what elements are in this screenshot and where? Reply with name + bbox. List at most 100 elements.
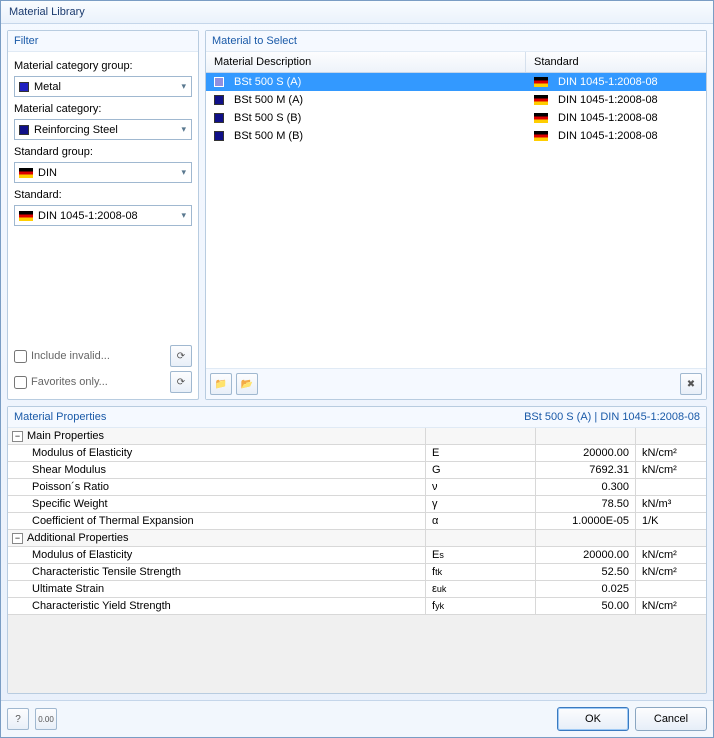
properties-grid: −Main PropertiesModulus of ElasticityE20… — [8, 428, 706, 693]
material-library-window: Material Library Filter Material categor… — [0, 0, 714, 738]
prop-unit: 1/K — [636, 513, 706, 529]
property-row: Characteristic Yield Strengthfyk50.00kN/… — [8, 598, 706, 615]
list-item[interactable]: BSt 500 S (A) DIN 1045-1:2008-08 — [206, 73, 706, 91]
prop-symbol: Es — [426, 547, 536, 563]
help-icon[interactable]: ? — [7, 708, 29, 730]
collapse-icon[interactable]: − — [12, 533, 23, 544]
props-title: Material Properties — [14, 411, 106, 423]
std-group-combo[interactable]: DIN — [14, 162, 192, 183]
props-context: BSt 500 S (A) | DIN 1045-1:2008-08 — [524, 411, 700, 423]
list-header: Material Description Standard — [206, 52, 706, 73]
prop-value[interactable]: 1.0000E-05 — [536, 513, 636, 529]
prop-name: Modulus of Elasticity — [8, 445, 426, 461]
prop-symbol: E — [426, 445, 536, 461]
property-row: Characteristic Tensile Strengthftk52.50k… — [8, 564, 706, 581]
ok-button[interactable]: OK — [557, 707, 629, 731]
include-invalid-input[interactable] — [14, 350, 27, 363]
material-list[interactable]: BSt 500 S (A) DIN 1045-1:2008-08 BSt 500 M… — [206, 73, 706, 368]
select-title: Material to Select — [206, 31, 706, 52]
top-panels: Filter Material category group: Metal Ma… — [7, 30, 707, 400]
cat-combo[interactable]: Reinforcing Steel — [14, 119, 192, 140]
prop-value[interactable]: 78.50 — [536, 496, 636, 512]
germany-flag-icon — [534, 95, 548, 105]
cat-group-label: Material category group: — [14, 60, 192, 72]
prop-value[interactable]: 0.025 — [536, 581, 636, 597]
prop-name: Poisson´s Ratio — [8, 479, 426, 495]
cat-value: Reinforcing Steel — [34, 124, 118, 136]
props-title-row: Material Properties BSt 500 S (A) | DIN … — [8, 407, 706, 428]
filter-body: Material category group: Metal Material … — [8, 52, 198, 399]
filter-bottom: Include invalid... ⟳ Favorites only... ⟳ — [14, 345, 192, 393]
prop-name: Shear Modulus — [8, 462, 426, 478]
filter-action-1-icon[interactable]: ⟳ — [170, 345, 192, 367]
prop-symbol: ftk — [426, 564, 536, 580]
prop-unit — [636, 581, 706, 597]
filter-title: Filter — [8, 31, 198, 52]
material-swatch-icon — [214, 113, 224, 123]
material-desc: BSt 500 S (A) — [234, 76, 301, 88]
select-panel: Material to Select Material Description … — [205, 30, 707, 400]
prop-symbol: ν — [426, 479, 536, 495]
col-std-header[interactable]: Standard — [526, 52, 706, 72]
content-area: Filter Material category group: Metal Ma… — [1, 24, 713, 700]
property-row: Modulus of ElasticityE20000.00kN/cm² — [8, 445, 706, 462]
cat-group-combo[interactable]: Metal — [14, 76, 192, 97]
include-invalid-checkbox[interactable]: Include invalid... — [14, 350, 110, 363]
germany-flag-icon — [19, 168, 33, 178]
cancel-button[interactable]: Cancel — [635, 707, 707, 731]
germany-flag-icon — [534, 113, 548, 123]
prop-symbol: γ — [426, 496, 536, 512]
property-row: Specific Weightγ78.50kN/m³ — [8, 496, 706, 513]
prop-symbol: fyk — [426, 598, 536, 614]
properties-panel: Material Properties BSt 500 S (A) | DIN … — [7, 406, 707, 694]
material-desc: BSt 500 M (A) — [234, 94, 303, 106]
section-label: Additional Properties — [27, 532, 129, 544]
prop-value[interactable]: 20000.00 — [536, 445, 636, 461]
std-combo[interactable]: DIN 1045-1:2008-08 — [14, 205, 192, 226]
material-swatch-icon — [214, 77, 224, 87]
prop-name: Modulus of Elasticity — [8, 547, 426, 563]
open-folder-icon[interactable]: 📂 — [236, 373, 258, 395]
prop-name: Characteristic Tensile Strength — [8, 564, 426, 580]
new-folder-icon[interactable]: 📁 — [210, 373, 232, 395]
prop-value[interactable]: 50.00 — [536, 598, 636, 614]
filter-action-2-icon[interactable]: ⟳ — [170, 371, 192, 393]
std-group-value: DIN — [38, 167, 57, 179]
property-row: Shear ModulusG7692.31kN/cm² — [8, 462, 706, 479]
germany-flag-icon — [534, 77, 548, 87]
units-icon[interactable]: 0.00 — [35, 708, 57, 730]
col-desc-header[interactable]: Material Description — [206, 52, 526, 72]
prop-unit: kN/cm² — [636, 462, 706, 478]
steel-swatch-icon — [19, 125, 29, 135]
prop-unit: kN/cm² — [636, 445, 706, 461]
material-std: DIN 1045-1:2008-08 — [558, 112, 658, 124]
prop-value[interactable]: 20000.00 — [536, 547, 636, 563]
property-row: Ultimate Strainεuk0.025 — [8, 581, 706, 598]
material-std: DIN 1045-1:2008-08 — [558, 76, 658, 88]
collapse-icon[interactable]: − — [12, 431, 23, 442]
cat-group-value: Metal — [34, 81, 61, 93]
list-item[interactable]: BSt 500 M (A)DIN 1045-1:2008-08 — [206, 91, 706, 109]
favorites-only-checkbox[interactable]: Favorites only... — [14, 376, 108, 389]
material-swatch-icon — [214, 95, 224, 105]
prop-value[interactable]: 52.50 — [536, 564, 636, 580]
property-row: Modulus of ElasticityEs20000.00kN/cm² — [8, 547, 706, 564]
select-toolbar: 📁 📂 ✖ — [206, 368, 706, 399]
filter-panel: Filter Material category group: Metal Ma… — [7, 30, 199, 400]
prop-unit: kN/m³ — [636, 496, 706, 512]
prop-value[interactable]: 7692.31 — [536, 462, 636, 478]
std-label: Standard: — [14, 189, 192, 201]
list-item[interactable]: BSt 500 S (B) DIN 1045-1:2008-08 — [206, 109, 706, 127]
cat-label: Material category: — [14, 103, 192, 115]
delete-icon[interactable]: ✖ — [680, 373, 702, 395]
material-desc: BSt 500 S (B) — [234, 112, 301, 124]
dialog-footer: ? 0.00 OK Cancel — [1, 700, 713, 737]
section-label: Main Properties — [27, 430, 104, 442]
prop-value[interactable]: 0.300 — [536, 479, 636, 495]
prop-name: Specific Weight — [8, 496, 426, 512]
property-row: Coefficient of Thermal Expansionα1.0000E… — [8, 513, 706, 530]
prop-symbol: G — [426, 462, 536, 478]
favorites-only-input[interactable] — [14, 376, 27, 389]
list-item[interactable]: BSt 500 M (B)DIN 1045-1:2008-08 — [206, 127, 706, 145]
prop-symbol: α — [426, 513, 536, 529]
